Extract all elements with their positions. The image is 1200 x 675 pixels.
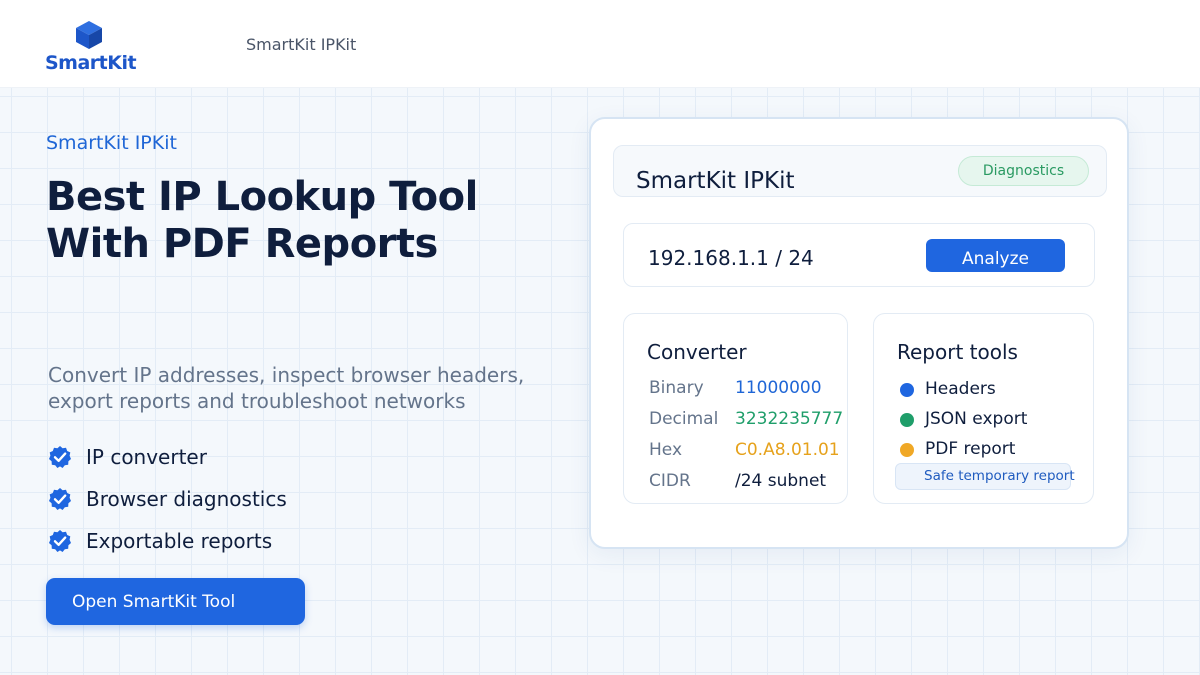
card-title: SmartKit IPKit [636, 168, 795, 194]
converter-key: Decimal [649, 409, 719, 429]
report-tools-panel: Report tools Headers JSON export PDF rep… [873, 313, 1094, 504]
converter-key: Binary [649, 378, 704, 398]
hero-description: Convert IP addresses, inspect browser he… [48, 363, 525, 413]
hero-eyebrow: SmartKit IPKit [46, 132, 177, 154]
open-tool-button[interactable]: Open SmartKit Tool [46, 578, 305, 625]
orange-dot-icon [900, 443, 914, 457]
report-item-label: Headers [925, 379, 996, 399]
hero-headline: Best IP Lookup Tool With PDF Reports [46, 174, 566, 268]
logo-text: SmartKit [45, 52, 137, 74]
report-tools-title: Report tools [897, 340, 1018, 364]
tool-preview-card: SmartKit IPKit Diagnostics 192.168.1.1 /… [589, 117, 1129, 549]
ip-input[interactable]: 192.168.1.1 / 24 Analyze [623, 223, 1095, 287]
converter-value: 3232235777 [735, 409, 844, 429]
feature-item: Browser diagnostics [48, 478, 287, 520]
feature-item: IP converter [48, 436, 287, 478]
feature-list: IP converter Browser diagnostics Exporta… [48, 436, 287, 562]
report-item-label: JSON export [925, 409, 1028, 429]
check-circle-icon [49, 446, 71, 468]
blue-dot-icon [900, 383, 914, 397]
report-item-label: PDF report [925, 439, 1016, 459]
top-header: SmartKit SmartKit IPKit [0, 0, 1200, 88]
diagnostics-badge: Diagnostics [958, 156, 1089, 186]
feature-item: Exportable reports [48, 520, 287, 562]
converter-value: C0.A8.01.01 [735, 440, 840, 460]
card-header: SmartKit IPKit Diagnostics [613, 145, 1107, 197]
smartkit-logo[interactable]: SmartKit [44, 18, 137, 78]
converter-key: Hex [649, 440, 683, 460]
header-title[interactable]: SmartKit IPKit [246, 35, 356, 54]
green-dot-icon [900, 413, 914, 427]
cube-icon [76, 21, 102, 49]
converter-title: Converter [647, 340, 747, 364]
converter-value: /24 subnet [735, 471, 827, 491]
check-circle-icon [49, 530, 71, 552]
feature-label: Exportable reports [86, 529, 273, 553]
feature-label: Browser diagnostics [86, 487, 287, 511]
converter-key: CIDR [649, 471, 691, 491]
ip-input-value: 192.168.1.1 / 24 [648, 246, 814, 270]
feature-label: IP converter [86, 445, 207, 469]
headline-line-2: With PDF Reports [46, 221, 438, 267]
converter-value: 11000000 [735, 378, 822, 398]
converter-panel: Converter Binary 11000000 Decimal 323223… [623, 313, 848, 504]
check-circle-icon [49, 488, 71, 510]
safe-report-note: Safe temporary report [895, 463, 1075, 490]
headline-line-1: Best IP Lookup Tool [46, 174, 478, 220]
analyze-button[interactable]: Analyze [926, 239, 1065, 272]
